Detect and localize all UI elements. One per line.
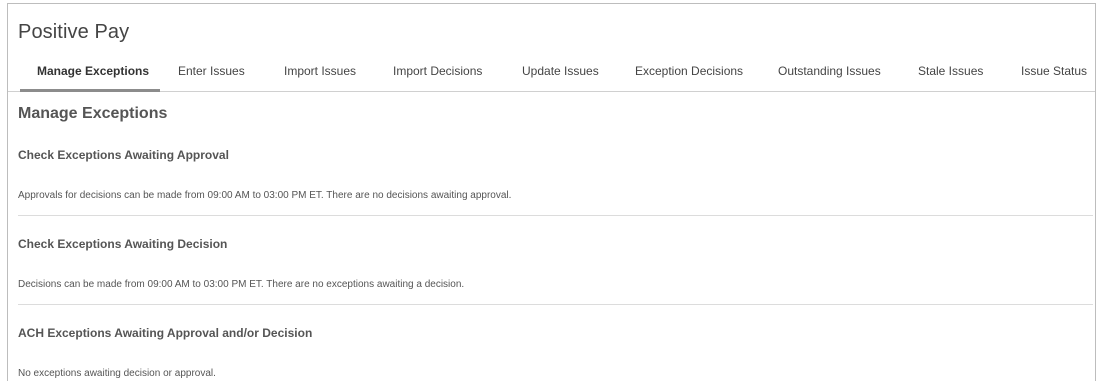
section-heading-check-decision: Check Exceptions Awaiting Decision	[18, 237, 228, 251]
tab-bar: Manage Exceptions Enter Issues Import Is…	[8, 64, 1095, 92]
tab-outstanding-issues[interactable]: Outstanding Issues	[778, 64, 881, 92]
tab-manage-exceptions[interactable]: Manage Exceptions	[37, 64, 149, 92]
page-title: Manage Exceptions	[18, 105, 168, 122]
section-divider	[18, 215, 1093, 216]
positive-pay-panel: Positive Pay Manage Exceptions Enter Iss…	[7, 3, 1096, 381]
tab-update-issues[interactable]: Update Issues	[522, 64, 599, 92]
section-text-check-approval: Approvals for decisions can be made from…	[18, 190, 512, 201]
tab-issue-status[interactable]: Issue Status	[1021, 64, 1087, 92]
section-text-check-decision: Decisions can be made from 09:00 AM to 0…	[18, 279, 465, 290]
tab-stale-issues[interactable]: Stale Issues	[918, 64, 983, 92]
tab-enter-issues[interactable]: Enter Issues	[178, 64, 245, 92]
section-text-ach: No exceptions awaiting decision or appro…	[18, 368, 216, 379]
app-title: Positive Pay	[18, 21, 130, 43]
active-tab-indicator	[20, 89, 160, 92]
tab-import-decisions[interactable]: Import Decisions	[393, 64, 482, 92]
section-divider	[18, 304, 1093, 305]
tab-import-issues[interactable]: Import Issues	[284, 64, 356, 92]
section-heading-check-approval: Check Exceptions Awaiting Approval	[18, 148, 229, 162]
tab-exception-decisions[interactable]: Exception Decisions	[635, 64, 743, 92]
section-heading-ach: ACH Exceptions Awaiting Approval and/or …	[18, 326, 313, 340]
